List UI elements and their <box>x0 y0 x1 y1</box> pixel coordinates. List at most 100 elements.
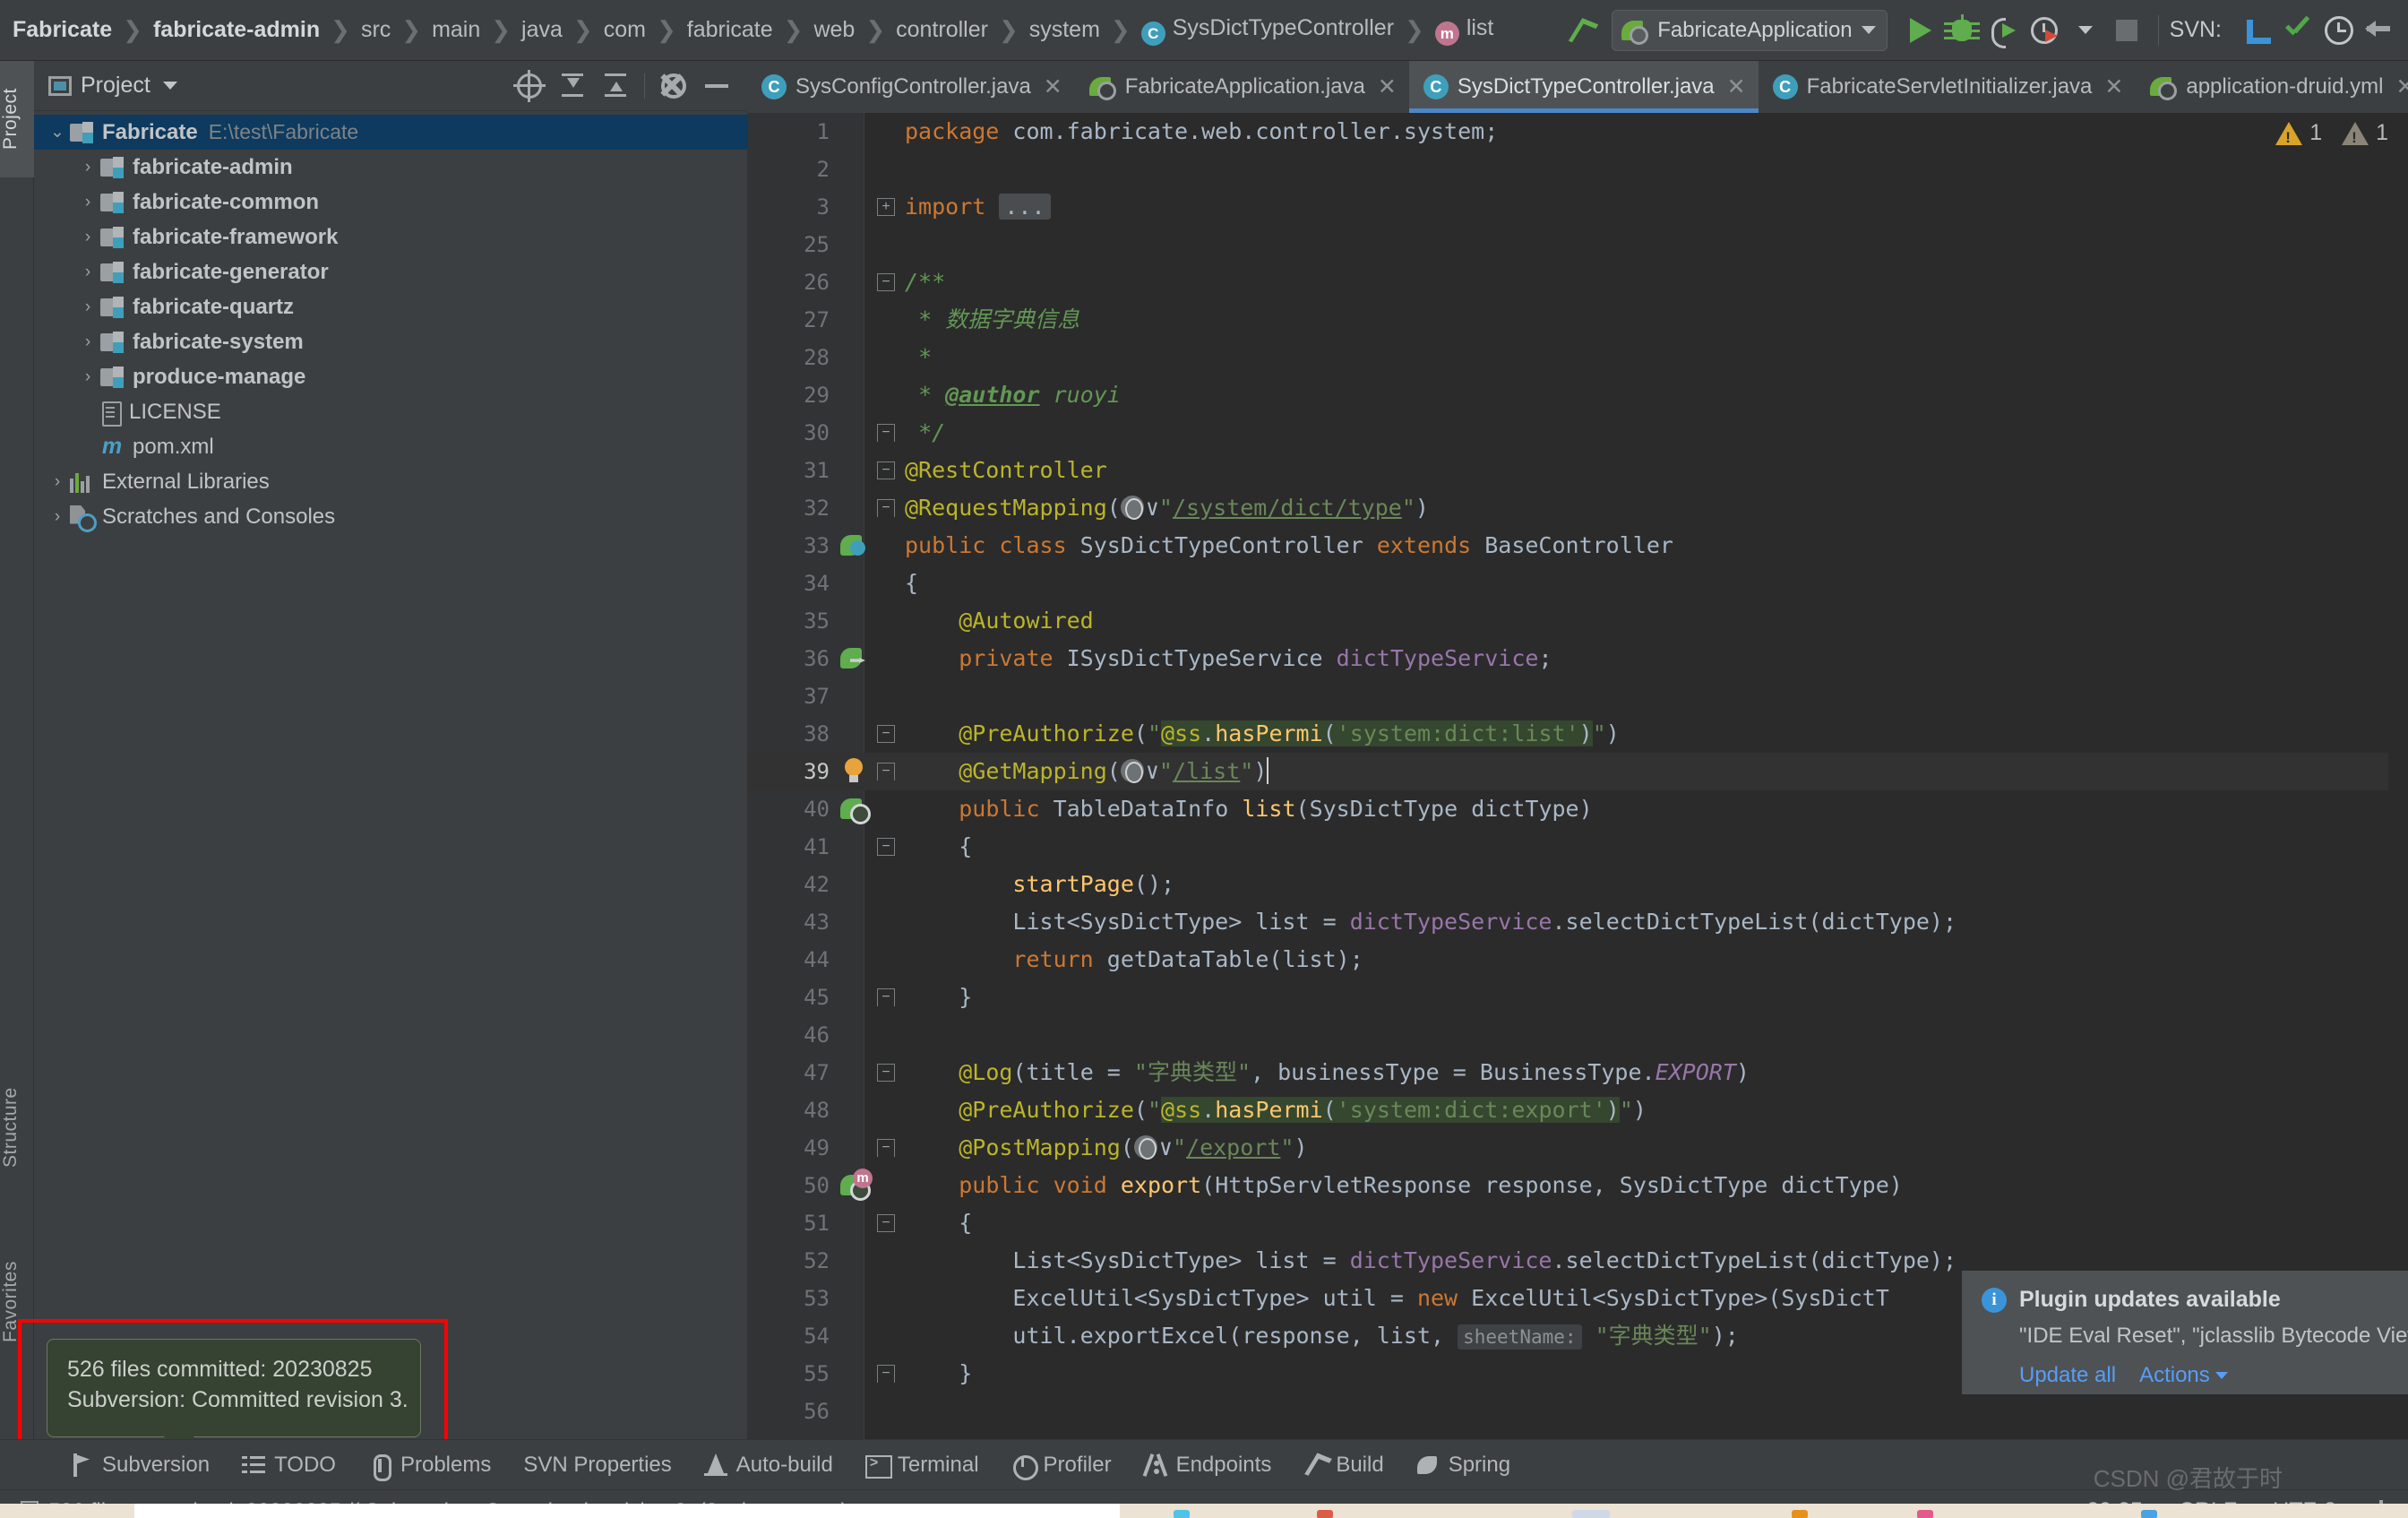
bottom-tool-window-bar[interactable]: SubversionTODOProblemsSVN PropertiesAuto… <box>0 1439 2408 1489</box>
close-icon[interactable]: ✕ <box>1378 73 1397 100</box>
tree-node-fabricate-admin[interactable]: ›fabricate-admin <box>34 150 747 185</box>
tree-node-fabricate-system[interactable]: ›fabricate-system <box>34 324 747 359</box>
code-text[interactable]: public class SysDictTypeController exten… <box>905 527 1673 565</box>
code-line[interactable]: 34{ <box>747 565 2408 602</box>
run-with-coverage-button[interactable] <box>1982 10 2024 51</box>
code-folding-marker[interactable]: − <box>873 1204 899 1242</box>
chevron-right-icon[interactable]: › <box>75 158 100 177</box>
line-number[interactable]: 50 <box>747 1173 830 1198</box>
code-line[interactable]: 37 <box>747 677 2408 715</box>
code-folding-marker[interactable]: − <box>873 489 899 527</box>
breadcrumb-item-fabricate[interactable]: fabricate <box>687 17 773 43</box>
code-folding-marker[interactable]: − <box>873 1054 899 1091</box>
profile-button[interactable] <box>2024 10 2065 51</box>
windows-taskbar[interactable] <box>0 1504 2408 1518</box>
chevron-right-icon[interactable]: › <box>45 472 70 492</box>
bottom-tab-subversion[interactable]: Subversion <box>54 1444 226 1487</box>
code-folding-marker[interactable]: − <box>873 828 899 866</box>
code-line[interactable]: 45− } <box>747 979 2408 1016</box>
code-line[interactable]: 41− { <box>747 828 2408 866</box>
line-number[interactable]: 28 <box>747 345 830 370</box>
code-folding-marker[interactable]: + <box>873 188 899 226</box>
code-line[interactable]: 47− @Log(title = "字典类型", businessType = … <box>747 1054 2408 1091</box>
code-line[interactable]: 31−@RestController <box>747 452 2408 489</box>
editor-scrollbar[interactable] <box>2388 165 2408 1439</box>
code-line[interactable]: 25 <box>747 226 2408 263</box>
line-number[interactable]: 46 <box>747 1022 830 1048</box>
breadcrumb-item-fabricate[interactable]: Fabricate <box>13 17 112 43</box>
code-lines[interactable]: 1package com.fabricate.web.controller.sy… <box>747 113 2408 1439</box>
chevron-right-icon[interactable]: › <box>75 298 100 317</box>
code-line[interactable]: 35 @Autowired <box>747 602 2408 640</box>
editor-tab-bar[interactable]: CSysConfigController.java✕FabricateAppli… <box>747 61 2408 113</box>
code-folding-marker[interactable]: − <box>873 452 899 489</box>
breadcrumb-item-sysdicttypecontroller[interactable]: CSysDictTypeController <box>1141 15 1394 46</box>
endpoint-gutter-icon[interactable] <box>835 790 873 828</box>
code-folding-marker[interactable]: − <box>873 753 899 790</box>
expand-all-button[interactable] <box>553 66 592 106</box>
line-number[interactable]: 32 <box>747 496 830 521</box>
line-number[interactable]: 35 <box>747 608 830 634</box>
bottom-tab-terminal[interactable]: Terminal <box>849 1444 995 1487</box>
code-folding-marker[interactable]: − <box>873 979 899 1016</box>
code-line[interactable]: 39− @GetMapping(∨"/list") <box>747 753 2408 790</box>
line-number[interactable]: 53 <box>747 1286 830 1311</box>
code-text[interactable]: */ <box>905 414 945 452</box>
code-text[interactable]: { <box>905 565 918 602</box>
code-line[interactable]: 48 @PreAuthorize("@ss.hasPermi('system:d… <box>747 1091 2408 1129</box>
line-number[interactable]: 26 <box>747 270 830 295</box>
spring-bean-class-gutter-icon[interactable] <box>835 527 873 565</box>
code-text[interactable]: } <box>905 1355 972 1393</box>
line-number[interactable]: 1 <box>747 119 830 144</box>
editor-tab-sysconfigcontroller-java[interactable]: CSysConfigController.java✕ <box>747 61 1075 113</box>
breadcrumb-item-java[interactable]: java <box>521 17 563 43</box>
line-number[interactable]: 27 <box>747 307 830 332</box>
code-line[interactable]: 2 <box>747 151 2408 188</box>
tree-node-external-libraries[interactable]: ›External Libraries <box>34 464 747 499</box>
chevron-right-icon[interactable]: › <box>75 332 100 352</box>
editor-tab-sysdicttypecontroller-java[interactable]: CSysDictTypeController.java✕ <box>1409 61 1759 113</box>
code-line[interactable]: 40 public TableDataInfo list(SysDictType… <box>747 790 2408 828</box>
line-number[interactable]: 44 <box>747 947 830 972</box>
tree-node-fabricate-framework[interactable]: ›fabricate-framework <box>34 220 747 254</box>
code-text[interactable]: @PreAuthorize("@ss.hasPermi('system:dict… <box>905 715 1620 753</box>
code-line[interactable]: 1package com.fabricate.web.controller.sy… <box>747 113 2408 151</box>
line-number[interactable]: 49 <box>747 1135 830 1160</box>
line-number[interactable]: 54 <box>747 1324 830 1349</box>
code-folding-marker[interactable]: − <box>873 715 899 753</box>
code-text[interactable]: util.exportExcel(response, list, sheetNa… <box>905 1317 1739 1356</box>
code-text[interactable]: * <box>905 339 932 376</box>
code-line[interactable]: 33public class SysDictTypeController ext… <box>747 527 2408 565</box>
hide-panel-button[interactable] <box>697 66 736 106</box>
debug-button[interactable] <box>1941 10 1982 51</box>
bottom-tab-todo[interactable]: TODO <box>226 1444 352 1487</box>
actions-dropdown[interactable]: Actions <box>2139 1363 2228 1388</box>
stop-button[interactable] <box>2106 10 2147 51</box>
chevron-right-icon[interactable]: › <box>75 263 100 282</box>
svn-history-button[interactable] <box>2318 10 2360 51</box>
intention-bulb-icon[interactable] <box>835 753 873 790</box>
tree-node-scratches-and-consoles[interactable]: ›Scratches and Consoles <box>34 499 747 534</box>
taskbar-icon[interactable] <box>1792 1510 1808 1518</box>
svn-commit-balloon[interactable]: 526 files committed: 20230825 Subversion… <box>47 1339 421 1437</box>
breadcrumb-item-src[interactable]: src <box>361 17 391 43</box>
breadcrumb-item-controller[interactable]: controller <box>896 17 988 43</box>
breadcrumb-item-fabricate-admin[interactable]: fabricate-admin <box>153 17 320 43</box>
update-all-link[interactable]: Update all <box>2019 1363 2116 1388</box>
code-text[interactable]: { <box>905 828 972 866</box>
code-line[interactable]: 56 <box>747 1393 2408 1430</box>
code-line[interactable]: 50m public void export(HttpServletRespon… <box>747 1167 2408 1204</box>
taskbar-icon[interactable] <box>1572 1510 1610 1518</box>
code-line[interactable]: 38 − @PreAuthorize("@ss.hasPermi('system:… <box>747 715 2408 753</box>
code-text[interactable]: @PostMapping(∨"/export") <box>905 1129 1308 1167</box>
bottom-tab-profiler[interactable]: Profiler <box>995 1444 1128 1487</box>
line-number[interactable]: 25 <box>747 232 830 257</box>
code-line[interactable]: 46 <box>747 1016 2408 1054</box>
bottom-tab-auto-build[interactable]: Auto-build <box>688 1444 849 1487</box>
code-line[interactable]: 49− @PostMapping(∨"/export") <box>747 1129 2408 1167</box>
svn-commit-button[interactable] <box>2277 10 2318 51</box>
code-line[interactable]: 30− */ <box>747 414 2408 452</box>
line-number[interactable]: 3 <box>747 194 830 220</box>
line-number[interactable]: 38 <box>747 721 830 746</box>
code-text[interactable]: @Autowired <box>905 602 1094 640</box>
